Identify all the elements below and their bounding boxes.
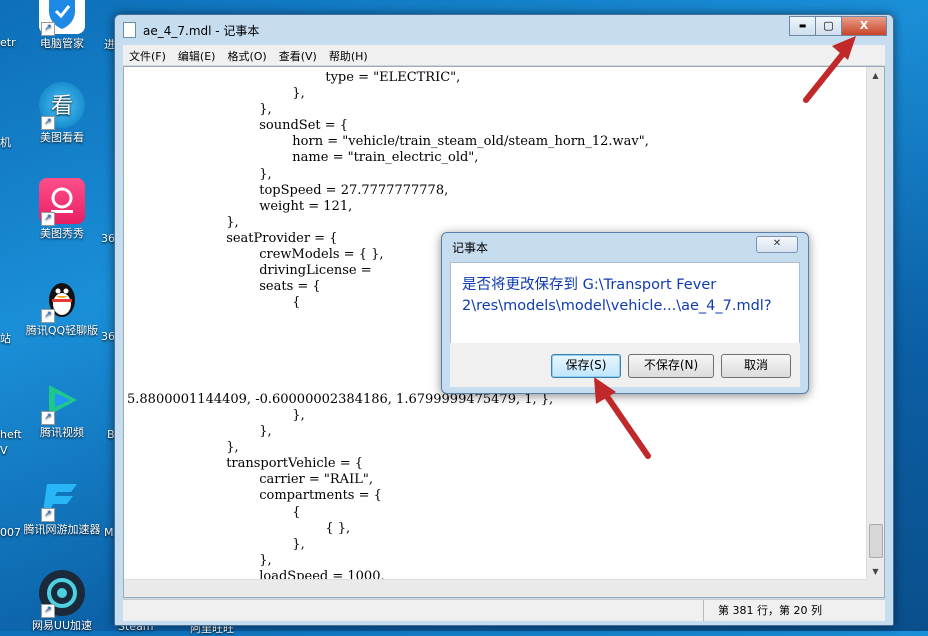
arrow-to-close-icon (803, 36, 856, 103)
annotation-arrows (594, 36, 856, 459)
arrow-to-save-icon (594, 377, 651, 459)
